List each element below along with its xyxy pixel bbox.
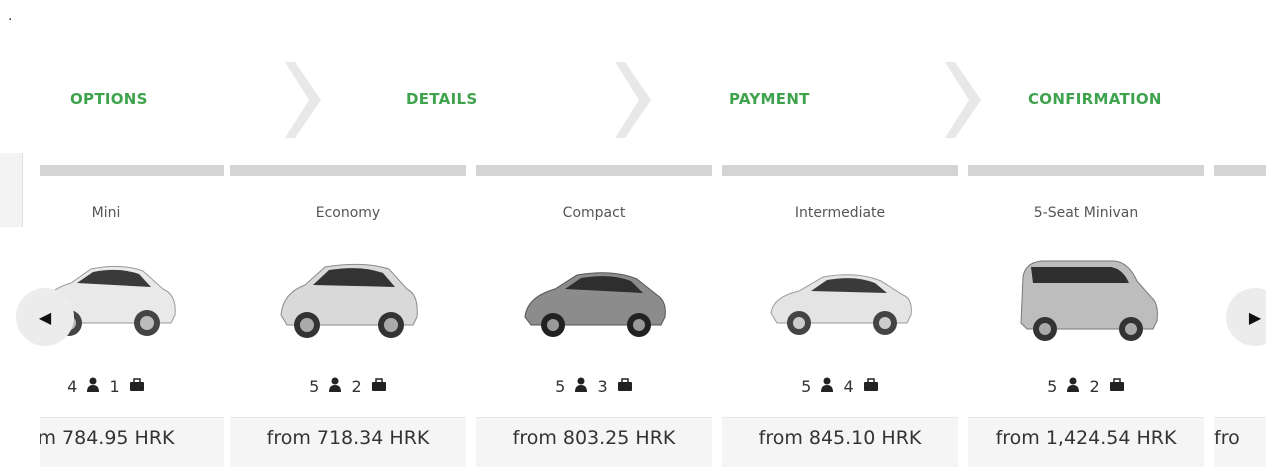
step-confirmation[interactable]: CONFIRMATION [1028,90,1162,108]
car-card-intermediate[interactable]: Intermediate 5 4 from 845.10 HRK [722,165,958,467]
card-top-bar [40,165,224,176]
person-icon [820,377,834,397]
car-category: Mini [91,205,121,221]
chevron-left-icon: ◀ [38,307,52,327]
car-card-economy[interactable]: Economy 5 2 from 718.34 HRK [230,165,466,467]
seat-count: 5 [309,377,320,396]
car-price: from 845.10 HRK [758,427,922,449]
bag-count: 3 [597,377,608,396]
car-card-compact[interactable]: Compact 5 3 from 803.25 HRK [476,165,712,467]
person-icon [328,377,342,397]
seat-count: 5 [801,377,812,396]
seat-count: 5 [555,377,566,396]
car-specs: 5 2 [968,376,1204,397]
car-carousel: Mini 4 1 m 784.95 HRK Economy 5 2 from 7… [40,165,1266,467]
stray-dot: . [8,8,13,24]
car-image [524,272,666,337]
chevron-right-icon: ▶ [1248,307,1262,327]
briefcase-icon [129,377,145,396]
car-category: Intermediate [794,205,886,221]
card-top-bar [1214,165,1266,176]
car-specs: 5 3 [476,376,712,397]
card-top-bar [722,165,958,176]
car-image [770,274,912,335]
bag-count: 1 [109,377,120,396]
step-options[interactable]: OPTIONS [70,90,148,108]
car-price: from 1,424.54 HRK [995,427,1177,449]
car-image [280,263,418,338]
person-icon [1066,377,1080,397]
car-image [1020,260,1158,341]
step-payment[interactable]: PAYMENT [729,90,810,108]
person-icon [86,377,100,397]
car-price: m 784.95 HRK [40,427,175,449]
card-top-bar [230,165,466,176]
bag-count: 2 [351,377,362,396]
car-category: Economy [315,205,381,221]
car-specs: 5 2 [230,376,466,397]
step-chevron-icon [285,62,321,138]
car-category: 5-Seat Minivan [1033,205,1139,221]
booking-steps: OPTIONS DETAILS PAYMENT CONFIRMATION [0,60,1266,140]
car-specs: 5 4 [722,376,958,397]
sidebar-stub [0,153,23,227]
car-price: from 718.34 HRK [266,427,430,449]
car-category: Compact [562,205,626,221]
carousel-prev-button[interactable]: ◀ [16,288,74,346]
seat-count: 4 [67,377,78,396]
briefcase-icon [371,377,387,396]
briefcase-icon [863,377,879,396]
person-icon [574,377,588,397]
step-details[interactable]: DETAILS [406,90,477,108]
briefcase-icon [1109,377,1125,396]
bag-count: 2 [1089,377,1100,396]
car-specs: 4 1 [40,376,224,397]
briefcase-icon [617,377,633,396]
card-top-bar [476,165,712,176]
card-top-bar [968,165,1204,176]
step-chevron-icon [945,62,981,138]
car-price: fro [1214,427,1240,449]
step-chevron-icon [615,62,651,138]
car-card-minivan[interactable]: 5-Seat Minivan 5 2 from 1,424.54 HRK [968,165,1204,467]
bag-count: 4 [843,377,854,396]
seat-count: 5 [1047,377,1058,396]
car-price: from 803.25 HRK [512,427,676,449]
